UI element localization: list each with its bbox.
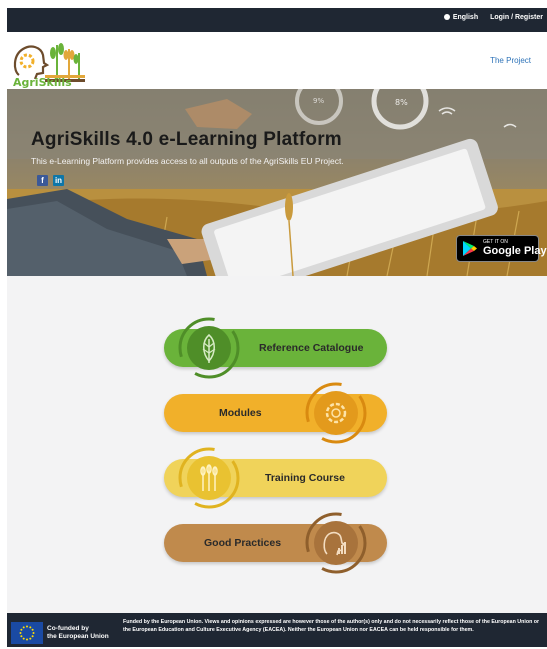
hero-banner: 8% 9% AgriSkills 4.0 e-Learning Platform…: [7, 89, 547, 276]
svg-text:9%: 9%: [313, 97, 324, 105]
funding-disclaimer: Funded by the European Union. Views and …: [123, 619, 540, 633]
top-bar: English Login / Register: [7, 8, 547, 32]
cofunded-line-1: Co-funded by: [47, 625, 89, 632]
good-practices-button[interactable]: Good Practices: [164, 512, 387, 574]
site-footer: Co-funded by the European Union Funded b…: [7, 613, 547, 647]
facebook-icon[interactable]: f: [37, 175, 48, 186]
hero-title: AgriSkills 4.0 e-Learning Platform: [31, 129, 342, 150]
cofunded-line-2: the European Union: [47, 633, 109, 640]
google-play-badge[interactable]: GET IT ON Google Play: [456, 235, 547, 262]
reference-catalogue-button[interactable]: Reference Catalogue: [164, 317, 387, 379]
modules-label: Modules: [219, 407, 262, 419]
nav-the-project[interactable]: The Project: [490, 56, 531, 65]
svg-text:8%: 8%: [395, 98, 408, 107]
site-header: AgriSkills The Project: [7, 32, 547, 91]
language-link[interactable]: English: [453, 14, 478, 21]
globe-icon: [443, 14, 450, 20]
login-register-link[interactable]: Login / Register: [490, 14, 543, 21]
logo-text: AgriSkills: [13, 76, 72, 89]
good-practices-label: Good Practices: [204, 537, 282, 549]
google-play-icon: [463, 241, 477, 256]
practices-icon: [305, 512, 367, 574]
eu-flag-icon: [11, 622, 43, 644]
gear-icon: [305, 382, 367, 444]
leaf-icon: [178, 317, 240, 379]
main-content: Reference Catalogue Modules Training Cou…: [7, 276, 547, 613]
agriskills-logo[interactable]: AgriSkills: [9, 35, 87, 91]
training-course-button[interactable]: Training Course: [164, 447, 387, 509]
cofunded-text: Co-funded by the European Union: [47, 625, 109, 641]
google-play-big-text: Google Play: [483, 245, 547, 257]
wheat-icon: [178, 447, 240, 509]
training-course-label: Training Course: [265, 472, 345, 484]
hero-subtitle: This e-Learning Platform provides access…: [31, 156, 344, 166]
reference-catalogue-label: Reference Catalogue: [259, 342, 364, 354]
modules-button[interactable]: Modules: [164, 382, 387, 444]
top-links: English Login / Register: [443, 14, 543, 21]
linkedin-icon[interactable]: in: [53, 175, 64, 186]
page: English Login / Register AgriSkills The …: [0, 0, 547, 647]
